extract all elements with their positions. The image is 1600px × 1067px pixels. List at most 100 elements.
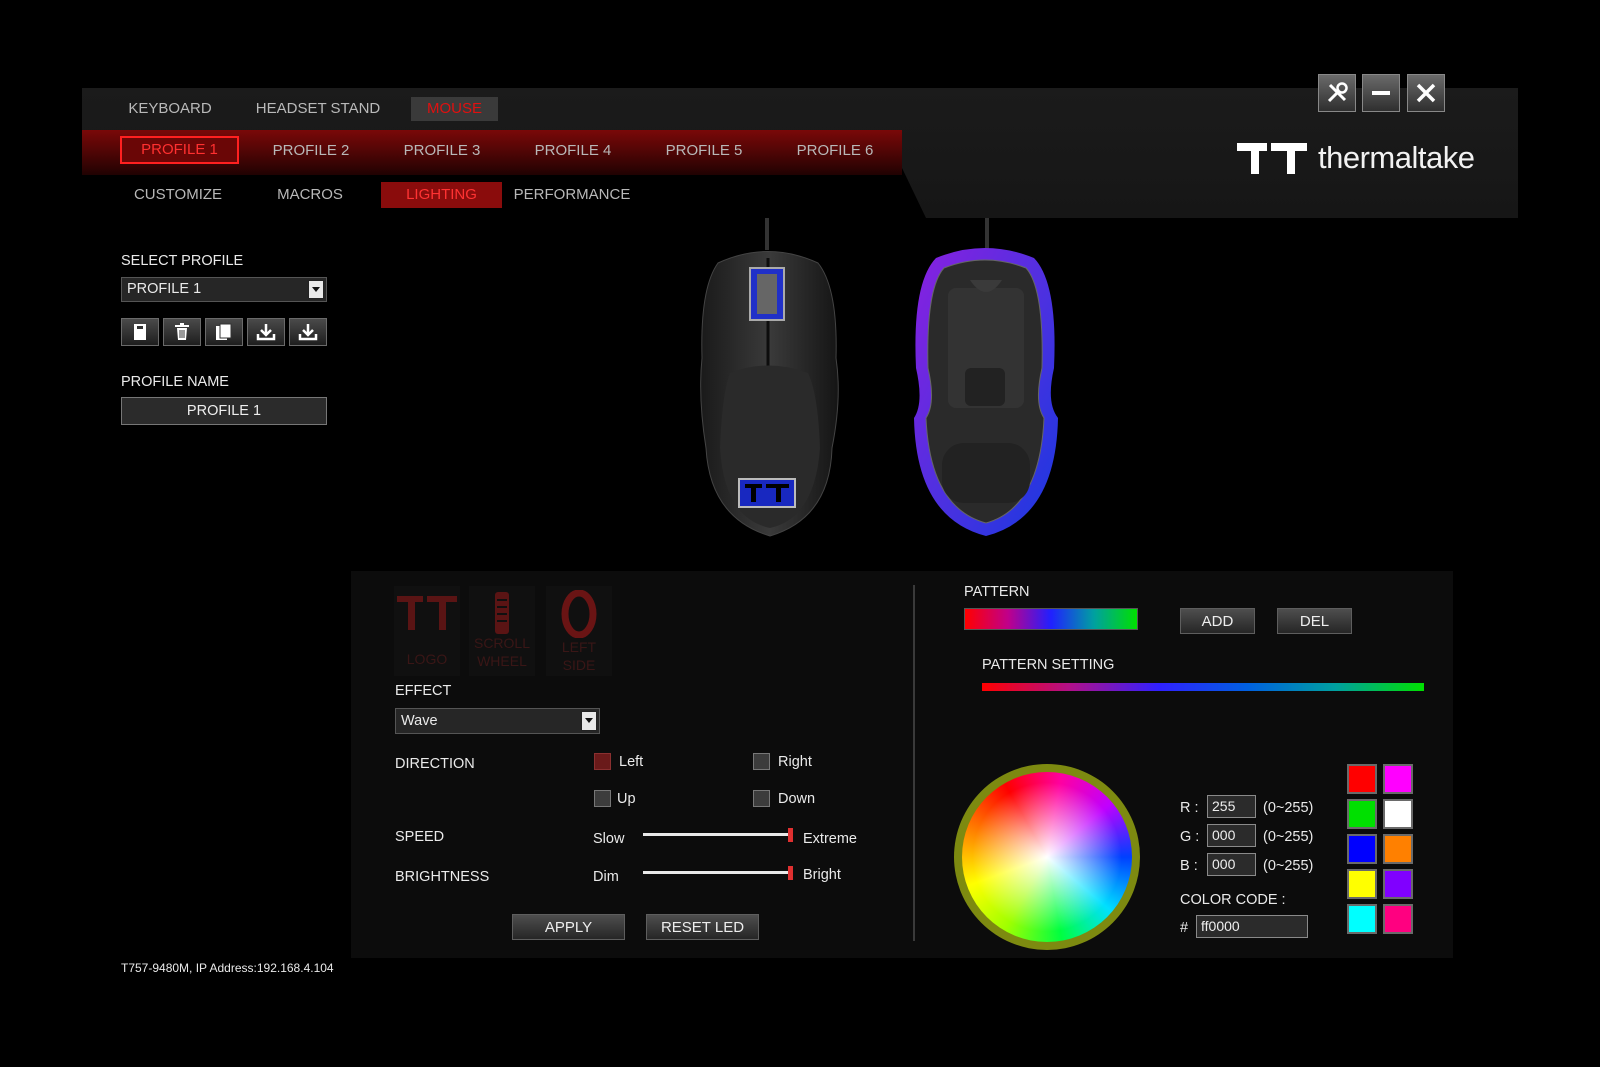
- direction-right-checkbox[interactable]: [753, 753, 770, 770]
- brightness-slider-track[interactable]: [643, 871, 793, 874]
- color-swatch[interactable]: [1347, 764, 1377, 794]
- profile-name-label: PROFILE NAME: [121, 374, 229, 390]
- pattern-setting-bar[interactable]: [982, 683, 1424, 691]
- pattern-label: PATTERN: [964, 584, 1030, 600]
- zone-left-side[interactable]: LEFT SIDE: [546, 586, 612, 676]
- profile-select[interactable]: PROFILE 1: [121, 277, 327, 302]
- g-range: (0~255): [1263, 829, 1314, 845]
- brightness-min-label: Dim: [593, 869, 619, 885]
- delete-icon: [175, 323, 189, 340]
- color-swatch[interactable]: [1383, 764, 1413, 794]
- import-icon: [256, 324, 276, 341]
- export-icon: [298, 324, 318, 341]
- brightness-label: BRIGHTNESS: [395, 869, 490, 885]
- brightness-slider-thumb[interactable]: [788, 866, 793, 880]
- speed-max-label: Extreme: [803, 831, 857, 847]
- export-profile-button[interactable]: [289, 318, 327, 346]
- color-swatch[interactable]: [1347, 904, 1377, 934]
- direction-left-checkbox[interactable]: [594, 753, 611, 770]
- save-icon: [134, 324, 146, 340]
- logo-zone-icon: [738, 478, 796, 508]
- tab-profile-5[interactable]: PROFILE 5: [654, 138, 754, 164]
- b-range: (0~255): [1263, 858, 1314, 874]
- color-swatch[interactable]: [1383, 834, 1413, 864]
- tab-profile-1[interactable]: PROFILE 1: [120, 136, 239, 164]
- r-input[interactable]: 255: [1207, 795, 1256, 818]
- tab-performance[interactable]: PERFORMANCE: [512, 182, 632, 208]
- color-swatch[interactable]: [1383, 869, 1413, 899]
- profile-name-input[interactable]: PROFILE 1: [121, 397, 327, 425]
- color-swatch[interactable]: [1383, 799, 1413, 829]
- direction-up-checkbox[interactable]: [594, 790, 611, 807]
- tab-lighting[interactable]: LIGHTING: [381, 182, 502, 208]
- color-code-input[interactable]: ff0000: [1196, 915, 1308, 938]
- tab-customize[interactable]: CUSTOMIZE: [122, 182, 234, 208]
- b-input[interactable]: 000: [1207, 853, 1256, 876]
- copy-profile-button[interactable]: [205, 318, 243, 346]
- import-profile-button[interactable]: [247, 318, 285, 346]
- r-label: R :: [1180, 800, 1199, 816]
- color-swatch[interactable]: [1347, 869, 1377, 899]
- effect-select[interactable]: Wave: [395, 708, 600, 734]
- apply-button[interactable]: APPLY: [512, 914, 625, 940]
- copy-icon: [216, 323, 232, 340]
- color-swatch[interactable]: [1347, 834, 1377, 864]
- left-side-icon: [561, 590, 597, 638]
- tab-keyboard[interactable]: KEYBOARD: [120, 97, 220, 121]
- direction-left-label: Left: [619, 754, 644, 770]
- zone-scroll-wheel[interactable]: SCROLL WHEEL: [469, 586, 535, 676]
- speed-slider-thumb[interactable]: [788, 828, 793, 842]
- mouse-bottom-view: [914, 218, 1058, 536]
- tab-profile-6[interactable]: PROFILE 6: [785, 138, 885, 164]
- tab-mouse[interactable]: MOUSE: [411, 97, 498, 121]
- zone-logo[interactable]: LOGO: [394, 586, 460, 676]
- logo-zone-icon: [397, 596, 457, 630]
- scroll-wheel-icon: [495, 592, 509, 634]
- chevron-down-icon[interactable]: [581, 711, 597, 731]
- profile-select-value: PROFILE 1: [127, 281, 202, 297]
- g-input[interactable]: 000: [1207, 824, 1256, 847]
- tools-button[interactable]: [1318, 74, 1356, 112]
- color-wheel[interactable]: [962, 772, 1132, 942]
- minimize-button[interactable]: [1362, 74, 1400, 112]
- tab-profile-2[interactable]: PROFILE 2: [261, 138, 361, 164]
- save-profile-button[interactable]: [121, 318, 159, 346]
- close-icon: [1416, 83, 1436, 103]
- close-button[interactable]: [1407, 74, 1445, 112]
- select-profile-label: SELECT PROFILE: [121, 253, 244, 269]
- add-pattern-button[interactable]: ADD: [1180, 608, 1255, 634]
- pattern-preview[interactable]: [964, 608, 1138, 630]
- minimize-icon: [1372, 91, 1390, 95]
- zone-left-line2: SIDE: [562, 657, 596, 673]
- tab-profile-3[interactable]: PROFILE 3: [392, 138, 492, 164]
- effect-select-value: Wave: [401, 713, 438, 729]
- chevron-down-icon[interactable]: [308, 280, 324, 299]
- tab-macros[interactable]: MACROS: [262, 182, 358, 208]
- direction-label: DIRECTION: [395, 756, 475, 772]
- g-label: G :: [1180, 829, 1200, 845]
- tab-headset-stand[interactable]: HEADSET STAND: [248, 97, 388, 121]
- speed-slider-track[interactable]: [643, 833, 793, 836]
- zone-scroll-line1: SCROLL: [473, 635, 531, 651]
- pattern-setting-label: PATTERN SETTING: [982, 657, 1115, 673]
- direction-up-label: Up: [617, 791, 636, 807]
- color-swatch[interactable]: [1347, 799, 1377, 829]
- reset-led-button[interactable]: RESET LED: [646, 914, 759, 940]
- tab-profile-4[interactable]: PROFILE 4: [523, 138, 623, 164]
- b-label: B :: [1180, 858, 1198, 874]
- color-swatch[interactable]: [1383, 904, 1413, 934]
- delete-profile-button[interactable]: [163, 318, 201, 346]
- effect-label: EFFECT: [395, 683, 452, 699]
- direction-down-checkbox[interactable]: [753, 790, 770, 807]
- brightness-max-label: Bright: [803, 867, 841, 883]
- zone-scroll-line2: WHEEL: [477, 653, 527, 669]
- tools-icon: [1327, 82, 1348, 103]
- brand-logo: [1237, 140, 1309, 181]
- delete-pattern-button[interactable]: DEL: [1277, 608, 1352, 634]
- tt-logo-icon: [1237, 143, 1307, 174]
- zone-left-line1: LEFT: [561, 639, 597, 655]
- direction-down-label: Down: [778, 791, 816, 807]
- mouse-top-view: [700, 218, 839, 537]
- r-range: (0~255): [1263, 800, 1314, 816]
- brand-name: thermaltake: [1318, 140, 1475, 175]
